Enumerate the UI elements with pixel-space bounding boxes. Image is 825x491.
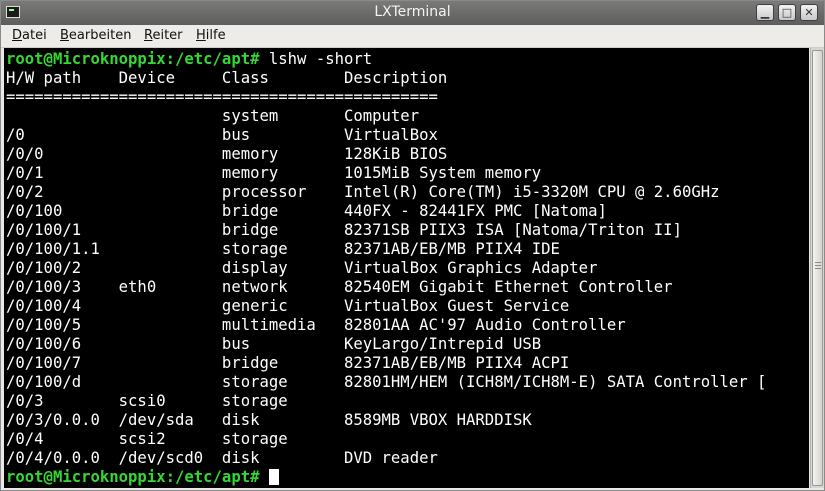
output-line: /0/100/2 display VirtualBox Graphics Ada…: [6, 259, 598, 277]
output-line: /0/3 scsi0 storage: [6, 392, 288, 410]
current-prompt-line[interactable]: root@Microknoppix:/etc/apt#: [6, 468, 279, 487]
command-text: lshw -short: [259, 50, 373, 68]
separator-line: ========================================…: [6, 88, 438, 106]
menu-bar: Datei Bearbeiten Reiter Hilfe: [1, 25, 824, 48]
close-button[interactable]: ✕: [800, 4, 818, 21]
text-cursor: [268, 469, 279, 485]
menu-datei-mnemonic: D: [12, 28, 23, 43]
header-line: H/W path Device Class Description: [6, 69, 448, 87]
terminal-window: LXTerminal ▁ □ ✕ Datei Bearbeiten Reiter…: [0, 0, 825, 491]
close-icon: ✕: [804, 6, 814, 19]
minimize-icon: ▁: [760, 6, 770, 19]
output-line: /0 bus VirtualBox: [6, 126, 438, 144]
minimize-button[interactable]: ▁: [756, 4, 774, 21]
output-line: /0/100/4 generic VirtualBox Guest Servic…: [6, 297, 570, 315]
vertical-scrollbar[interactable]: [810, 48, 824, 488]
output-line: /0/100/7 bridge 82371AB/EB/MB PIIX4 ACPI: [6, 354, 570, 372]
menu-hilfe-label: ilfe: [205, 28, 226, 43]
prompt: root@Microknoppix:/etc/apt#: [6, 50, 260, 68]
output-line: /0/100/5 multimedia 82801AA AC'97 Audio …: [6, 316, 626, 334]
output-line: /0/3/0.0.0 /dev/sda disk 8589MB VBOX HAR…: [6, 411, 532, 429]
menu-bearbeiten[interactable]: Bearbeiten: [60, 28, 131, 43]
output-line: /0/100/3 eth0 network 82540EM Gigabit Et…: [6, 278, 673, 296]
command-line: root@Microknoppix:/etc/apt# lshw -short: [6, 50, 372, 69]
title-bar[interactable]: LXTerminal ▁ □ ✕: [1, 1, 824, 25]
menu-datei-label: atei: [22, 28, 47, 43]
output-line: /0/100/6 bus KeyLargo/Intrepid USB: [6, 335, 542, 353]
output-line: /0/0 memory 128KiB BIOS: [6, 145, 448, 163]
output-line: /0/100/1.1 storage 82371AB/EB/MB PIIX4 I…: [6, 240, 560, 258]
output-line: /0/1 memory 1015MiB System memory: [6, 164, 542, 182]
output-line: /0/100/d storage 82801HM/HEM (ICH8M/ICH8…: [6, 373, 767, 391]
menu-bearbeiten-mnemonic: B: [60, 28, 69, 43]
output-line: /0/100 bridge 440FX - 82441FX PMC [Natom…: [6, 202, 607, 220]
menu-hilfe-mnemonic: H: [196, 28, 206, 43]
window-title: LXTerminal: [374, 4, 451, 20]
maximize-icon: □: [781, 6, 793, 19]
maximize-button[interactable]: □: [778, 4, 796, 21]
menu-reiter-label: eiter: [152, 28, 183, 43]
menu-datei[interactable]: Datei: [12, 28, 47, 43]
menu-hilfe[interactable]: Hilfe: [196, 28, 226, 43]
output-line: /0/4/0.0.0 /dev/scd0 disk DVD reader: [6, 449, 438, 467]
scrollbar-thumb[interactable]: [812, 50, 823, 486]
prompt: root@Microknoppix:/etc/apt#: [6, 468, 260, 486]
output-line: /0/2 processor Intel(R) Core(TM) i5-3320…: [6, 183, 720, 201]
output-line: /0/4 scsi2 storage: [6, 430, 288, 448]
terminal-output[interactable]: root@Microknoppix:/etc/apt# lshw -short …: [4, 48, 809, 488]
grip-icon: [815, 262, 821, 270]
menu-reiter[interactable]: Reiter: [144, 28, 183, 43]
output-line: /0/100/1 bridge 82371SB PIIX3 ISA [Natom…: [6, 221, 682, 239]
output-line: system Computer: [6, 107, 420, 125]
menu-bearbeiten-label: earbeiten: [68, 28, 132, 43]
